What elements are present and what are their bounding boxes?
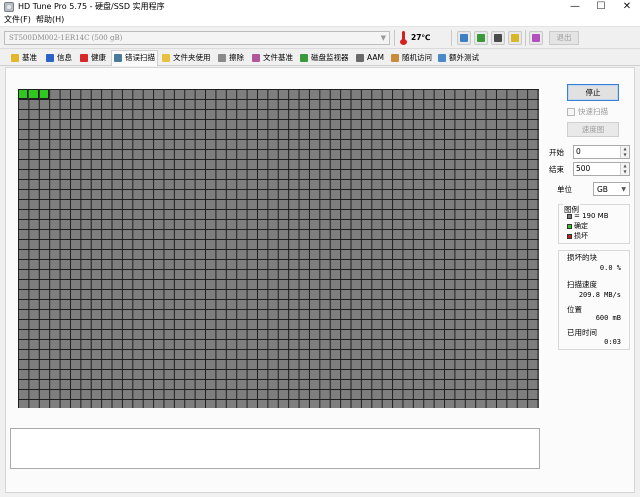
copy-text-icon <box>477 34 485 42</box>
random-access-icon <box>391 54 399 62</box>
quick-scan-checkbox[interactable] <box>567 108 575 116</box>
file-benchmark-icon <box>252 54 260 62</box>
tab-extra-tests[interactable]: 额外测试 <box>436 51 482 65</box>
erase-icon <box>218 54 226 62</box>
camera-icon <box>494 34 502 42</box>
tab-erase[interactable]: 擦除 <box>216 51 250 65</box>
wrench-icon <box>511 34 519 42</box>
extra-tests-icon <box>438 54 446 62</box>
chevron-down-icon: ▼ <box>621 186 626 193</box>
tab-random-access[interactable]: 随机访问 <box>389 51 435 65</box>
scan-block-ok <box>39 90 50 99</box>
legend-bad: 损坏 <box>574 232 588 240</box>
toolbar-divider <box>451 30 452 46</box>
legend-ok: 确定 <box>574 222 588 230</box>
exit-button[interactable]: 退出 <box>549 31 579 45</box>
drive-select-value: ST500DM002-1ER14C (500 gB) <box>9 34 123 42</box>
download-arrow-icon <box>532 34 540 42</box>
folder-icon <box>162 54 170 62</box>
menu-help[interactable]: 帮助(H) <box>36 14 64 26</box>
copy-text-button[interactable] <box>474 31 488 45</box>
tab-info[interactable]: 信息 <box>44 51 74 65</box>
temperature-readout: 27℃ <box>411 33 431 42</box>
end-stepper[interactable]: ▲ ▼ <box>573 162 630 176</box>
options-button[interactable] <box>508 31 522 45</box>
scan-speed-label: 扫描速度 <box>567 280 597 289</box>
thermometer-icon <box>400 31 407 45</box>
tab-benchmark[interactable]: 基准 <box>9 51 43 65</box>
start-stepper[interactable]: ▲ ▼ <box>573 145 630 159</box>
tab-disk-monitor[interactable]: 磁盘监视器 <box>298 51 354 65</box>
copy-info-button[interactable] <box>457 31 471 45</box>
screenshot-button[interactable] <box>491 31 505 45</box>
position-value: 600 mB <box>595 314 621 322</box>
menu-bar: 文件(F) 帮助(H) <box>0 14 640 27</box>
scan-speed-value: 209.8 MB/s <box>578 291 621 299</box>
block-size-swatch <box>567 214 572 219</box>
elapsed-time-value: 0:03 <box>604 338 621 346</box>
copy-icon <box>460 34 468 42</box>
end-down-arrow-icon[interactable]: ▼ <box>620 169 629 175</box>
magnifier-icon <box>114 54 122 62</box>
unit-select-value: GB <box>597 185 608 194</box>
tab-file-benchmark[interactable]: 文件基准 <box>250 51 296 65</box>
monitor-icon <box>300 54 308 62</box>
toolbar-divider <box>525 30 526 46</box>
window-title: HD Tune Pro 5.75 - 硬盘/SSD 实用程序 <box>18 2 165 11</box>
minimize-button[interactable]: — <box>562 0 588 14</box>
scan-log-box <box>10 428 540 469</box>
speed-map-button[interactable]: 速度图 <box>567 122 619 137</box>
speaker-icon <box>356 54 364 62</box>
info-icon <box>46 54 54 62</box>
position-label: 位置 <box>567 305 582 314</box>
ok-swatch <box>567 224 572 229</box>
close-button[interactable]: ✕ <box>614 0 640 14</box>
app-disk-icon <box>4 2 14 12</box>
start-down-arrow-icon[interactable]: ▼ <box>620 152 629 158</box>
stats-group: 损坏的块 0.0 % 扫描速度 209.8 MB/s 位置 600 mB 已用时… <box>558 250 630 350</box>
scan-block-map <box>18 89 539 408</box>
legend-group: 图例 = 190 MB 确定 损坏 <box>558 204 630 244</box>
scan-block-ok <box>29 90 39 99</box>
unit-select[interactable]: GB ▼ <box>593 182 630 196</box>
tab-aam[interactable]: AAM <box>354 51 388 65</box>
tab-error-scan[interactable]: 错误扫描 <box>111 50 158 66</box>
title-bar: HD Tune Pro 5.75 - 硬盘/SSD 实用程序 — ☐ ✕ <box>0 0 640 14</box>
drive-select[interactable]: ST500DM002-1ER14C (500 gB) ▼ <box>4 31 390 45</box>
end-label: 结束 <box>549 165 564 174</box>
stop-button[interactable]: 停止 <box>567 84 619 101</box>
tab-folder-usage[interactable]: 文件夹使用 <box>160 51 215 65</box>
tab-bar: 基准 信息 健康 错误扫描 文件夹使用 擦除 文件基准 磁盘监视器 AAM 随机… <box>0 50 640 66</box>
maximize-button[interactable]: ☐ <box>588 0 614 14</box>
end-input[interactable] <box>576 163 620 175</box>
start-label: 开始 <box>549 148 564 157</box>
quick-scan-label: 快速扫描 <box>578 107 608 116</box>
unit-label: 单位 <box>557 185 572 194</box>
menu-file[interactable]: 文件(F) <box>4 14 31 26</box>
tab-health[interactable]: 健康 <box>78 51 110 65</box>
elapsed-time-label: 已用时间 <box>567 328 597 337</box>
health-cross-icon <box>80 54 88 62</box>
download-button[interactable] <box>529 31 543 45</box>
block-grid <box>18 89 539 408</box>
bad-swatch <box>567 234 572 239</box>
toolbar-divider <box>394 30 395 46</box>
scan-block-ok <box>19 90 29 99</box>
start-input[interactable] <box>576 146 620 158</box>
legend-block-size: = 190 MB <box>574 212 609 220</box>
benchmark-icon <box>11 54 19 62</box>
toolbar: ST500DM002-1ER14C (500 gB) ▼ 27℃ 退出 <box>0 27 640 49</box>
chevron-down-icon: ▼ <box>380 34 386 42</box>
damaged-blocks-value: 0.0 % <box>599 264 621 272</box>
damaged-blocks-label: 损坏的块 <box>567 253 597 262</box>
